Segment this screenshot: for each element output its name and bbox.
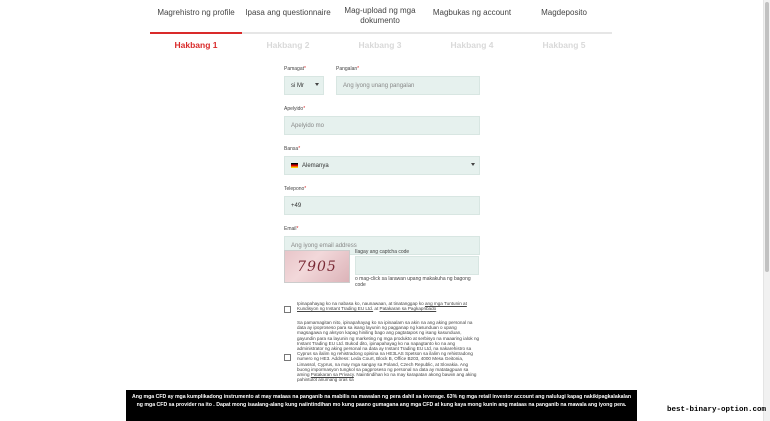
privacy-link[interactable]: Patakaran sa Pagkapribado (380, 306, 437, 311)
terms-consent: Ipinapahayag ko na nabasa ko, naunawaan,… (284, 301, 480, 313)
required-mark: * (298, 146, 301, 152)
scrollbar-thumb[interactable] (765, 2, 769, 272)
steps-progress-active (150, 32, 242, 34)
registration-steps: Magrehistro ng profile Hakbang 1 Ipasa a… (150, 0, 612, 52)
step-4-number: Hakbang 4 (450, 40, 494, 50)
step-3: Mag-upload ng mga dokumento (334, 0, 426, 25)
data-consent-checkbox[interactable] (284, 354, 291, 361)
step-5: Magdeposito (518, 0, 610, 24)
firstname-label-text: Pangalan (336, 66, 358, 72)
phone-input[interactable]: +49 (284, 196, 480, 215)
step-5-number: Hakbang 5 (542, 40, 586, 50)
data-consent-text: Sa pamamagitan nito, ipinapahayag ko na … (291, 320, 480, 388)
step-2-number: Hakbang 2 (266, 40, 310, 50)
lastname-placeholder: Apelyido mo (291, 122, 325, 129)
email-label-text: Email (284, 226, 297, 232)
chevron-down-icon (315, 83, 319, 86)
captcha-image[interactable]: 7905 (284, 250, 350, 283)
data-consent: Sa pamamagitan nito, ipinapahayag ko na … (284, 320, 480, 388)
step-4: Magbukas ng account (426, 0, 518, 24)
terms-consent-text: Ipinapahayag ko na nabasa ko, naunawaan,… (291, 301, 480, 313)
firstname-label: Pangalan* (336, 66, 480, 73)
firstname-input[interactable]: Ang iyong unang pangalan (336, 76, 480, 95)
lastname-label-text: Apelyido (284, 106, 304, 112)
country-select[interactable]: Alemanya (284, 156, 480, 175)
lastname-input[interactable]: Apelyido mo (284, 116, 480, 135)
captcha-input[interactable] (355, 256, 479, 275)
title-select[interactable]: si Mr (284, 76, 324, 95)
registration-form: Pamagat* si Mr Pangalan* Ang iyong unang… (284, 66, 480, 255)
required-mark: * (303, 106, 306, 112)
required-mark: * (357, 66, 360, 72)
step-1-title: Magrehistro ng profile (157, 8, 235, 17)
step-1: Magrehistro ng profile (150, 0, 242, 24)
risk-warning-banner: Ang mga CFD ay mga kumplikadong instrume… (126, 390, 637, 421)
watermark: best-binary-option.com (666, 406, 766, 414)
lastname-label: Apelyido* (284, 106, 480, 113)
title-label-text: Pamagat (284, 66, 305, 72)
phone-value: +49 (291, 202, 302, 209)
data-consent-text-a: Sa pamamagitan nito, ipinapahayag ko na … (297, 320, 480, 378)
country-select-value: Alemanya (302, 162, 329, 169)
phone-label-text: Telepono (284, 186, 305, 192)
email-label: Email* (284, 226, 480, 233)
title-select-value: si Mr (291, 82, 304, 89)
firstname-placeholder: Ang iyong unang pangalan (343, 82, 415, 89)
step-2-title: Ipasa ang questionnaire (245, 8, 331, 17)
step-1-number: Hakbang 1 (174, 40, 218, 50)
page-scrollbar[interactable] (763, 0, 770, 421)
captcha-image-text: 7905 (297, 258, 337, 275)
email-placeholder: Ang iyong email address (291, 242, 357, 249)
required-mark: * (304, 186, 307, 192)
phone-label: Telepono* (284, 186, 480, 193)
step-5-title: Magdeposito (541, 8, 587, 17)
terms-text-b: at (374, 306, 379, 312)
terms-checkbox[interactable] (284, 306, 291, 313)
risk-warning-text: Ang mga CFD ay mga kumplikadong instrume… (132, 394, 632, 408)
step-4-title: Magbukas ng account (432, 8, 512, 17)
germany-flag-icon (291, 163, 298, 168)
step-3-title: Mag-upload ng mga dokumento (344, 6, 416, 25)
step-3-number: Hakbang 3 (358, 40, 402, 50)
required-mark: * (304, 66, 306, 72)
required-mark: * (296, 226, 299, 232)
country-label: Bansa* (284, 146, 480, 153)
country-label-text: Bansa (284, 146, 299, 152)
chevron-down-icon (471, 163, 475, 166)
captcha-hint: o mag-click sa larawan upang makakuha ng… (355, 276, 471, 288)
step-2: Ipasa ang questionnaire (242, 0, 334, 24)
title-label: Pamagat* (284, 66, 324, 73)
captcha-label: Ilagay ang captcha code (355, 249, 410, 255)
